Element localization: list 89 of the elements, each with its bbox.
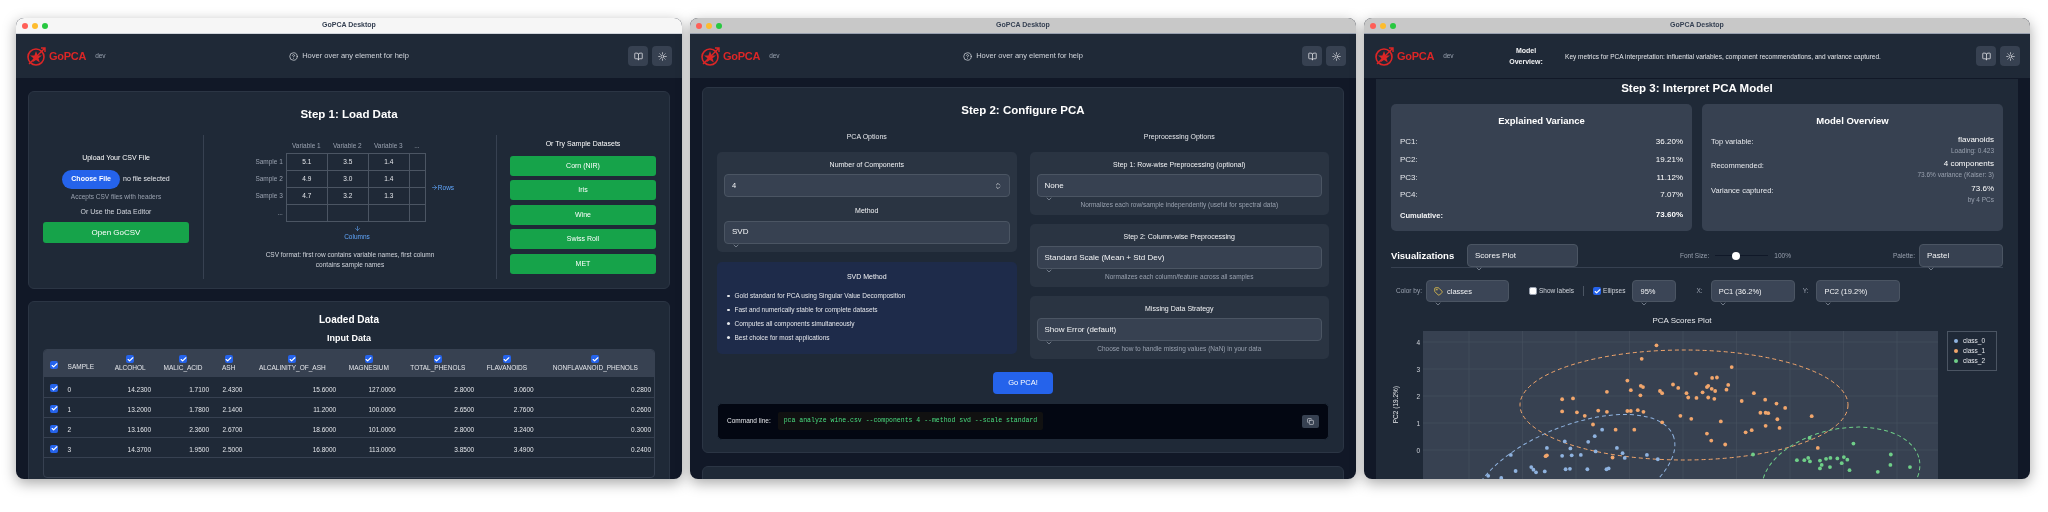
metric-value: flavanoids [1957,133,1994,146]
logo-icon [1374,45,1396,67]
check-icon [503,355,511,363]
check-icon [591,355,599,363]
theme-button[interactable] [1326,46,1346,66]
bullet-icon [727,308,730,312]
metric-label: PC3: [1400,171,1418,184]
column-checkbox[interactable] [502,355,511,364]
check-icon [1593,287,1601,295]
column-checkbox[interactable] [179,355,188,364]
checkbox[interactable] [1529,287,1537,296]
metric-value: 4 components [1943,158,1994,171]
logo-text: GoPCA [49,48,87,64]
bullet-icon [727,336,730,339]
check-icon [50,405,58,412]
checkbox[interactable] [1593,287,1602,296]
metric-value: 7.07% [1660,189,1683,202]
documentation-button[interactable] [1302,46,1322,66]
column-checkbox[interactable] [288,355,297,364]
metric-value: 11.12% [1656,171,1683,184]
check-icon [50,361,58,369]
metric-value: 19.21% [1655,154,1683,167]
documentation-button[interactable] [1976,46,1996,66]
check-icon [225,355,233,363]
sun-icon [1331,51,1341,61]
bullet-icon [727,294,730,298]
section-title: Loaded Data [319,314,379,326]
logo-text: GoPCA [1397,48,1435,64]
step-title: Step 3: Interpret PCA Model [1620,81,1774,96]
close-window-icon[interactable] [22,23,28,29]
check-icon [365,355,373,363]
spinner-icon[interactable] [993,181,1002,190]
help-icon [289,51,299,61]
row-checkbox[interactable] [50,384,59,393]
check-icon [434,355,442,363]
card-title: Model Overview [1815,114,1890,129]
book-icon [633,51,643,61]
section-title: Visualizations [1391,248,1456,263]
preprocessing-select[interactable]: Standard Scale (Mean + Std Dev) [1036,246,1322,270]
row-checkbox[interactable] [50,444,59,453]
column-checkbox[interactable] [591,355,600,364]
step-title: Step 1: Load Data [300,107,398,122]
copy-icon [1307,417,1314,425]
sun-icon [657,51,667,61]
metric-value: 73.60% [1655,209,1683,222]
select-all-checkbox[interactable] [50,361,59,369]
row-checkbox[interactable] [50,424,59,433]
copy-button[interactable] [1302,414,1319,428]
palette-select[interactable]: Pastel [1919,244,2003,268]
preprocessing-select[interactable]: None [1036,174,1322,198]
metric-label: PC4: [1400,189,1418,202]
check-icon [288,355,296,363]
plot-type-select[interactable]: Scores Plot [1467,244,1578,268]
check-icon [50,384,58,392]
check-icon [50,425,58,432]
column-checkbox[interactable] [433,355,442,364]
font-size-slider[interactable] [1715,251,1769,260]
documentation-button[interactable] [628,46,648,66]
logo-icon [26,45,48,67]
slider-thumb[interactable] [1732,251,1741,260]
book-icon [1981,51,1991,61]
check-icon [126,355,134,363]
metric-value: 73.6% [1971,183,1994,195]
column-checkbox[interactable] [364,355,373,364]
tag-icon [1434,286,1443,296]
metric-value: 36.20% [1655,136,1683,149]
preprocessing-select[interactable]: Show Error (default) [1036,318,1322,342]
check-icon [50,445,58,452]
sun-icon [2005,51,2015,61]
help-icon [963,51,973,61]
column-checkbox[interactable] [126,355,135,364]
arrow-down-icon [353,225,361,233]
table-title: Input Data [327,333,371,344]
row-checkbox[interactable] [50,404,59,413]
bullet-icon [727,322,730,325]
theme-button[interactable] [652,46,672,66]
step-title: Step 2: Configure PCA [961,103,1085,118]
metric-label: PC2: [1400,154,1418,167]
check-icon [179,355,187,363]
book-icon [1307,51,1317,61]
logo-text: GoPCA [723,48,761,64]
card-title: Explained Variance [1497,114,1586,129]
logo-icon [700,45,722,67]
column-checkbox[interactable] [224,355,233,364]
arrow-right-icon [430,184,438,192]
plot-title: PCA Scores Plot [1651,315,1713,328]
theme-button[interactable] [2000,46,2020,66]
method-select[interactable]: SVD [724,220,1010,244]
metric-label: PC1: [1400,136,1418,149]
